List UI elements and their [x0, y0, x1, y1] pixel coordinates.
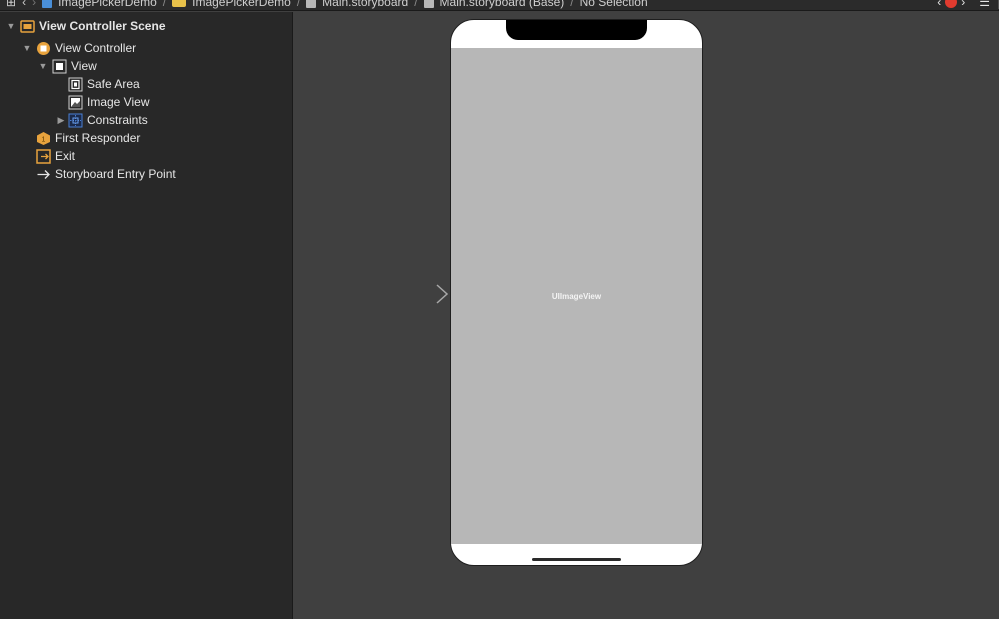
image-view-label: UIImageView: [551, 291, 602, 301]
image-view[interactable]: UIImageView: [451, 48, 702, 544]
breadcrumb-separator: /: [296, 0, 301, 9]
breadcrumb-separator: /: [162, 0, 167, 9]
view-controller-icon: [36, 41, 51, 56]
outline-item-safe-area[interactable]: Safe Area: [68, 75, 140, 93]
back-chevron-icon[interactable]: ‹: [22, 0, 26, 9]
breadcrumb-folder[interactable]: ImagePickerDemo: [192, 0, 291, 9]
outline-item-storyboard-entry-point[interactable]: Storyboard Entry Point: [36, 165, 176, 183]
scene-icon: [20, 19, 35, 34]
folder-icon: [172, 0, 187, 7]
outline-item-view[interactable]: ▼ View: [38, 57, 97, 75]
forward-chevron-icon[interactable]: ›: [32, 0, 36, 9]
outline-item-exit[interactable]: Exit: [36, 147, 75, 165]
view-icon: [52, 59, 67, 74]
device-notch: [506, 20, 647, 40]
next-issue-chevron-icon[interactable]: ›: [961, 0, 965, 9]
outline-item-image-view[interactable]: Image View: [68, 93, 149, 111]
constraints-icon: [68, 113, 83, 128]
document-outline: ▼ View Controller Scene ▼ View Controlle…: [0, 12, 293, 619]
breadcrumb-separator: /: [570, 0, 574, 9]
jump-bar: ⊞ ‹ › ImagePickerDemo / ImagePickerDemo …: [0, 0, 999, 11]
breadcrumb-project[interactable]: ImagePickerDemo: [58, 0, 157, 9]
disclosure-expanded-icon[interactable]: ▼: [6, 21, 16, 31]
previous-issue-chevron-icon[interactable]: ‹: [937, 0, 941, 9]
arrow-right-icon: [36, 167, 51, 182]
jump-bar-controls: ‹ › ☰: [937, 0, 999, 10]
svg-text:1: 1: [42, 136, 46, 143]
grid-icon[interactable]: ⊞: [6, 0, 16, 9]
storyboard-canvas[interactable]: UIImageView: [294, 12, 999, 619]
disclosure-expanded-icon[interactable]: ▼: [38, 61, 48, 71]
breadcrumb-storyboard[interactable]: Main.storyboard: [322, 0, 408, 9]
view-controller-device-frame[interactable]: UIImageView: [450, 19, 703, 566]
disclosure-collapsed-icon[interactable]: ▶: [56, 115, 66, 125]
disclosure-expanded-icon[interactable]: ▼: [22, 43, 32, 53]
exit-icon: [36, 148, 51, 164]
outline-item-first-responder[interactable]: 1 First Responder: [36, 129, 140, 147]
breadcrumb-storyboard-base[interactable]: Main.storyboard (Base): [440, 0, 565, 9]
image-view-icon: [68, 95, 83, 110]
breadcrumb-separator: /: [414, 0, 418, 9]
project-file-icon: [42, 0, 53, 8]
outline-item-view-controller[interactable]: ▼ View Controller: [22, 39, 137, 57]
issue-badge-icon[interactable]: [945, 0, 958, 8]
first-responder-icon: 1: [36, 131, 51, 146]
breadcrumb: ⊞ ‹ › ImagePickerDemo / ImagePickerDemo …: [0, 0, 654, 10]
entry-point-arrow-icon[interactable]: [389, 282, 451, 306]
safe-area-icon: [68, 77, 83, 92]
storyboard-base-icon: [423, 0, 434, 8]
storyboard-file-icon: [306, 0, 317, 8]
outline-item-constraints[interactable]: ▶ Constraints: [56, 111, 148, 129]
breadcrumb-selection[interactable]: No Selection: [580, 0, 648, 9]
home-indicator: [532, 558, 621, 561]
menu-lines-icon[interactable]: ☰: [979, 0, 990, 9]
outline-item-view-controller-scene[interactable]: ▼ View Controller Scene: [6, 17, 166, 35]
